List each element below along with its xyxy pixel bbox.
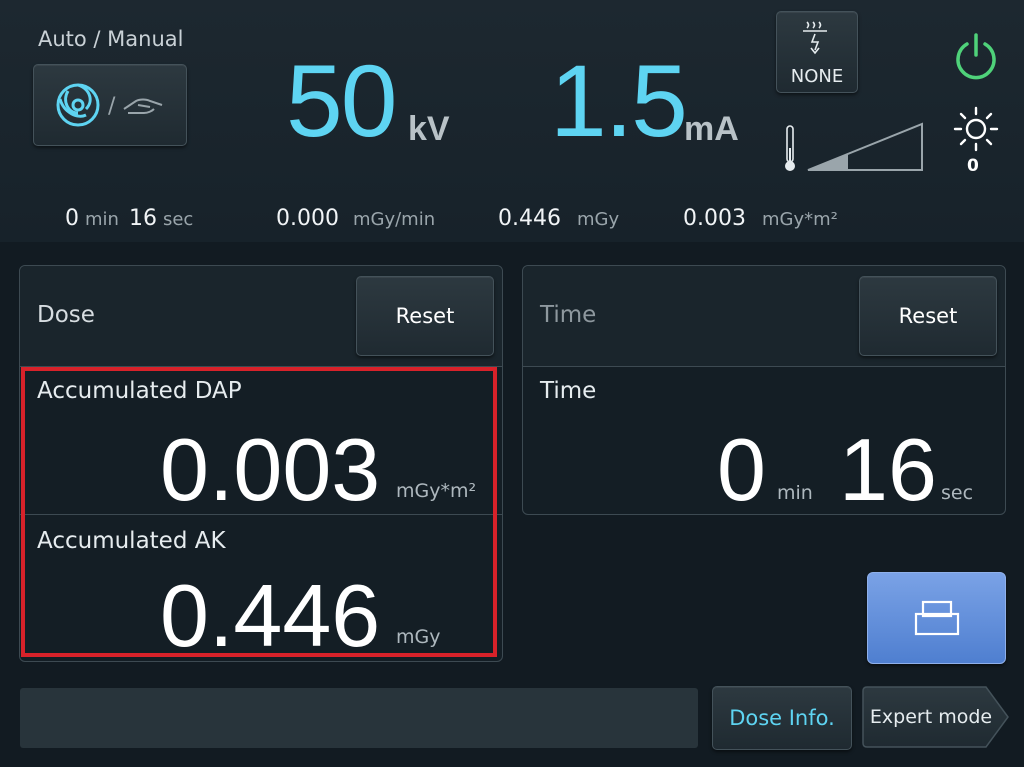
power-icon[interactable] <box>953 30 999 80</box>
thermometer-icon <box>785 125 795 171</box>
stat-time: 0 min 16 sec <box>65 206 203 231</box>
kv-unit: kV <box>408 110 450 148</box>
stat-dose-rate: 0.000 mGy/min <box>276 206 445 231</box>
time-min-value: 0 <box>717 420 766 519</box>
stat-dose-value: 0.446 <box>498 206 561 231</box>
accumulated-dap-title: Accumulated DAP <box>37 378 242 404</box>
stat-time-min-unit: min <box>85 209 119 230</box>
kv-value: 50 <box>286 44 397 158</box>
auto-mode-icon <box>56 83 100 127</box>
stat-dap-value: 0.003 <box>683 206 746 231</box>
ma-value: 1.5 <box>550 44 688 158</box>
time-min-unit: min <box>777 482 813 504</box>
time-sub-title: Time <box>540 378 597 404</box>
time-reset-button[interactable]: Reset <box>859 276 997 356</box>
accumulated-dap-value: 0.003 <box>160 420 381 519</box>
hand-icon <box>123 98 163 114</box>
filter-label: NONE <box>790 66 844 87</box>
dose-info-button[interactable]: Dose Info. <box>712 686 852 750</box>
time-sec-value: 16 <box>839 420 937 519</box>
brightness-value: 0 <box>967 156 979 176</box>
stat-dose-unit: mGy <box>576 209 620 230</box>
stat-time-min: 0 <box>65 206 79 231</box>
dose-reset-button[interactable]: Reset <box>356 276 494 356</box>
heat-filter-icon <box>803 21 827 55</box>
accumulated-dap-unit: mGy*m² <box>396 480 477 502</box>
time-sec-unit: sec <box>941 482 974 504</box>
stat-dose: 0.446 mGy <box>498 206 629 231</box>
dose-panel-divider <box>20 514 502 515</box>
stat-dose-rate-unit: mGy/min <box>352 209 436 230</box>
time-panel: Time Reset Time 0 min 16 sec <box>522 265 1006 515</box>
stat-time-sec: 16 <box>128 206 157 231</box>
print-button[interactable] <box>867 572 1006 664</box>
dose-panel-title: Dose <box>37 302 95 328</box>
svg-text:/: / <box>108 94 116 119</box>
stat-dap: 0.003 mGy*m² <box>683 206 848 231</box>
dose-panel-header: Dose Reset <box>20 266 502 367</box>
stat-dap-unit: mGy*m² <box>761 209 838 230</box>
expert-mode-label: Expert mode <box>869 706 993 728</box>
ma-unit: mA <box>684 110 739 148</box>
time-panel-title: Time <box>540 302 597 328</box>
dose-panel: Dose Reset Accumulated DAP 0.003 mGy*m² … <box>19 265 503 662</box>
stat-dose-rate-value: 0.000 <box>276 206 339 231</box>
time-panel-header: Time Reset <box>523 266 1005 367</box>
expert-mode-button[interactable]: Expert mode <box>862 686 1010 748</box>
accumulated-ak-value: 0.446 <box>160 566 381 665</box>
level-ramp-icon <box>807 122 923 171</box>
accumulated-ak-unit: mGy <box>396 626 441 648</box>
filter-button[interactable]: NONE <box>776 11 858 93</box>
sun-icon[interactable] <box>952 105 1000 153</box>
auto-manual-toggle-button[interactable]: / <box>33 64 187 146</box>
message-bar <box>20 688 698 748</box>
stat-time-sec-unit: sec <box>162 209 194 230</box>
accumulated-ak-title: Accumulated AK <box>37 528 226 554</box>
print-icon <box>914 600 960 636</box>
auto-manual-label: Auto / Manual <box>38 27 184 51</box>
